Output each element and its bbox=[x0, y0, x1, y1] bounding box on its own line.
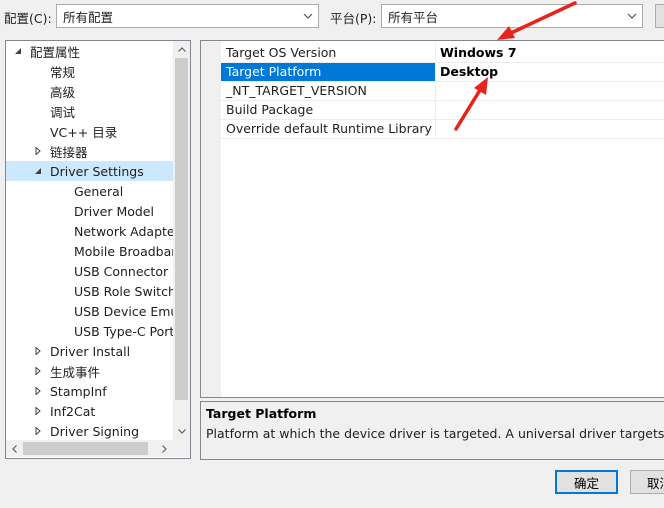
tree-item-label: Driver Install bbox=[50, 343, 131, 359]
tree-item[interactable]: USB Connector M bbox=[6, 261, 173, 281]
vertical-scroll-thumb[interactable] bbox=[175, 58, 188, 400]
tree-item-label: 链接器 bbox=[50, 144, 88, 160]
property-value[interactable]: Windows 7 bbox=[436, 44, 517, 62]
config-manager-button[interactable] bbox=[655, 4, 664, 28]
tree-item-label: 生成事件 bbox=[50, 364, 101, 380]
tree-item-label: 配置属性 bbox=[30, 44, 81, 60]
tree-item[interactable]: Inf2Cat bbox=[6, 401, 173, 421]
collapse-arrow-icon[interactable] bbox=[32, 145, 44, 157]
tree-item-label: Network Adapter bbox=[74, 223, 173, 239]
tree-item[interactable]: 生成事件 bbox=[6, 361, 173, 381]
tree-item[interactable]: Driver Settings bbox=[6, 161, 173, 181]
tree-item-label: USB Type-C Port C bbox=[74, 323, 173, 339]
cancel-button[interactable]: 取消 bbox=[630, 470, 664, 494]
config-dropdown[interactable]: 所有配置 bbox=[56, 4, 319, 28]
tree-item-label: USB Device Emula bbox=[74, 303, 173, 319]
property-value[interactable] bbox=[436, 120, 440, 138]
collapse-arrow-icon[interactable] bbox=[32, 385, 44, 397]
collapse-arrow-icon[interactable] bbox=[32, 365, 44, 377]
chevron-down-icon bbox=[298, 13, 318, 19]
tree-item[interactable]: USB Role Switch D bbox=[6, 281, 173, 301]
property-name: _NT_TARGET_VERSION bbox=[221, 82, 436, 100]
tree-item[interactable]: 配置属性 bbox=[6, 41, 173, 61]
grid-row[interactable]: _NT_TARGET_VERSION bbox=[221, 82, 664, 101]
scroll-left-icon[interactable] bbox=[6, 440, 23, 457]
tree-item[interactable]: Mobile Broadband bbox=[6, 241, 173, 261]
property-value[interactable] bbox=[436, 82, 440, 100]
description-text: Platform at which the device driver is t… bbox=[206, 426, 664, 441]
property-name: Target OS Version bbox=[221, 44, 436, 62]
tree-item-label: 高级 bbox=[50, 84, 76, 100]
tree-item-label: Driver Model bbox=[74, 203, 154, 219]
description-title: Target Platform bbox=[206, 406, 317, 421]
tree-item[interactable]: USB Device Emula bbox=[6, 301, 173, 321]
tree-item-label: Driver Settings bbox=[50, 163, 144, 179]
scrollbar-corner bbox=[173, 440, 190, 457]
property-value[interactable] bbox=[436, 101, 440, 119]
property-tree: 配置属性常规高级调试 VC++ 目录 链接器 Driver Settings Gener… bbox=[5, 40, 191, 459]
platform-dropdown-value: 所有平台 bbox=[388, 9, 439, 25]
scroll-up-icon[interactable] bbox=[173, 41, 190, 58]
grid-row[interactable]: Target OS Version Windows 7 bbox=[221, 44, 664, 63]
grid-gutter bbox=[201, 41, 221, 397]
config-dropdown-value: 所有配置 bbox=[63, 9, 114, 25]
tree-item-label: General bbox=[74, 183, 124, 199]
property-name: Override default Runtime Library bbox=[221, 120, 436, 138]
tree-item[interactable]: USB Type-C Port C bbox=[6, 321, 173, 341]
scroll-down-icon[interactable] bbox=[173, 423, 190, 440]
tree-item-label: 常规 bbox=[50, 64, 76, 80]
tree-item[interactable]: StampInf bbox=[6, 381, 173, 401]
property-name: Target Platform bbox=[221, 63, 436, 81]
config-label: 配置(C): bbox=[4, 11, 52, 26]
tree-item[interactable]: 调试 bbox=[6, 101, 173, 121]
scroll-right-icon[interactable] bbox=[156, 440, 173, 457]
tree-item[interactable]: General bbox=[6, 181, 173, 201]
tree-item-label: USB Role Switch D bbox=[74, 283, 173, 299]
collapse-arrow-icon[interactable] bbox=[32, 405, 44, 417]
tree-item[interactable]: 高级 bbox=[6, 81, 173, 101]
tree-item-label: 调试 bbox=[50, 104, 76, 120]
platform-dropdown[interactable]: 所有平台 bbox=[381, 4, 643, 28]
description-panel: Target Platform Platform at which the de… bbox=[200, 401, 664, 460]
collapse-arrow-icon[interactable] bbox=[32, 425, 44, 437]
tree-item-label: USB Connector M bbox=[74, 263, 173, 279]
tree-horizontal-scrollbar[interactable] bbox=[6, 440, 173, 457]
grid-row[interactable]: Override default Runtime Library bbox=[221, 120, 664, 139]
property-grid: Target OS Version Windows 7 Target Platfor… bbox=[200, 40, 664, 398]
property-value[interactable]: Desktop bbox=[436, 63, 498, 81]
collapse-arrow-icon[interactable] bbox=[32, 345, 44, 357]
tree-item-label: Driver Signing bbox=[50, 423, 140, 439]
platform-label: 平台(P): bbox=[330, 11, 377, 26]
grid-row[interactable]: Build Package bbox=[221, 101, 664, 120]
tree-item[interactable]: 常规 bbox=[6, 61, 173, 81]
expand-arrow-icon[interactable] bbox=[32, 165, 44, 177]
tree-item[interactable]: 链接器 bbox=[6, 141, 173, 161]
tree-item-label: Inf2Cat bbox=[50, 403, 96, 419]
tree-item-label: Mobile Broadband bbox=[74, 243, 173, 259]
tree-item[interactable]: Driver Signing bbox=[6, 421, 173, 441]
ok-button[interactable]: 确定 bbox=[555, 470, 618, 494]
tree-item-label: VC++ 目录 bbox=[50, 124, 118, 140]
property-name: Build Package bbox=[221, 101, 436, 119]
tree-item[interactable]: Network Adapter bbox=[6, 221, 173, 241]
tree-item[interactable]: VC++ 目录 bbox=[6, 121, 173, 141]
chevron-down-icon bbox=[622, 13, 642, 19]
grid-row[interactable]: Target Platform Desktop bbox=[221, 63, 664, 82]
tree-item-label: StampInf bbox=[50, 383, 107, 399]
horizontal-scroll-thumb[interactable] bbox=[23, 442, 148, 455]
tree-item[interactable]: Driver Model bbox=[6, 201, 173, 221]
expand-arrow-icon[interactable] bbox=[12, 45, 24, 57]
tree-vertical-scrollbar[interactable] bbox=[173, 41, 190, 440]
tree-item[interactable]: Driver Install bbox=[6, 341, 173, 361]
